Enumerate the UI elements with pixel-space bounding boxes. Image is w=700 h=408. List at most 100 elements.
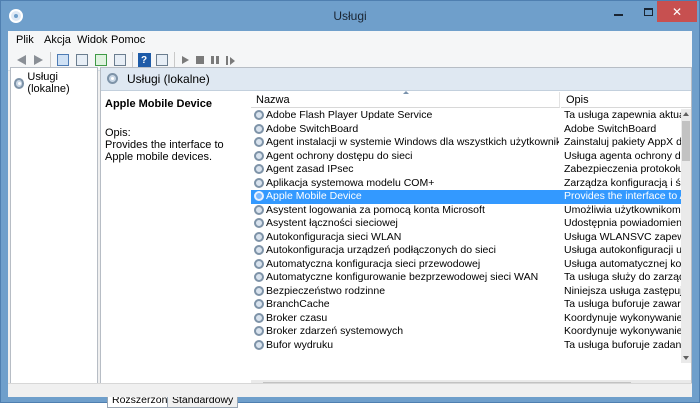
service-description: Zabezpieczenia protokołu inter: [564, 163, 681, 175]
service-row[interactable]: Autokonfiguracja urządzeń podłączonych d…: [251, 244, 681, 258]
service-row[interactable]: Bezpieczeństwo rodzinne Niniejsza usługa …: [251, 285, 681, 299]
service-name: Adobe SwitchBoard: [266, 122, 359, 135]
properties-button[interactable]: [74, 52, 90, 68]
tree-item-services-local[interactable]: Usługi (lokalne): [14, 71, 97, 95]
export-button[interactable]: [112, 52, 128, 68]
gear-icon: [254, 339, 264, 350]
help-icon: ?: [137, 53, 151, 67]
gear-icon: [254, 137, 264, 147]
gear-icon: [107, 73, 118, 84]
console-tree-button[interactable]: [55, 52, 71, 68]
service-row[interactable]: Agent zasad IPsec Zabezpieczenia protokoł…: [251, 163, 681, 177]
forward-button[interactable]: [30, 52, 46, 68]
gear-icon: [254, 285, 264, 296]
service-name: Broker czasu: [266, 311, 328, 324]
service-name: BranchCache: [266, 298, 330, 310]
service-description: Usługa WLANSVC zapewnia lo: [564, 230, 681, 243]
service-name: Automatyczna konfiguracja sieci przewodo…: [266, 257, 481, 270]
refresh-button[interactable]: [93, 52, 109, 68]
menu-widok[interactable]: Widok: [77, 34, 108, 46]
pane-title: Usługi (lokalne): [127, 72, 210, 86]
status-bar: [8, 383, 692, 397]
gear-icon: [254, 204, 264, 215]
service-description: Udostępnia powiadomienia o s: [564, 217, 681, 229]
service-name: Agent ochrony dostępu do sieci: [266, 149, 413, 162]
title-bar[interactable]: Usługi ✕: [1, 1, 699, 31]
menu-plik[interactable]: Plik: [16, 34, 34, 46]
close-button[interactable]: ✕: [657, 1, 697, 22]
menu-pomoc[interactable]: Pomoc: [111, 34, 145, 46]
service-row[interactable]: Agent instalacji w systemie Windows dla …: [251, 136, 681, 150]
menu-akcja[interactable]: Akcja: [44, 34, 71, 46]
service-description: Usługa agenta ochrony dostępu: [564, 149, 681, 162]
pause-service-button[interactable]: [207, 52, 223, 68]
scroll-thumb[interactable]: [682, 121, 690, 161]
back-arrow-icon: [16, 55, 26, 65]
refresh-icon: [95, 54, 107, 66]
service-row[interactable]: Broker czasu Koordynuje wykonywanie prac: [251, 312, 681, 326]
service-row[interactable]: Apple Mobile Device Provides the interfac…: [251, 190, 681, 204]
service-row[interactable]: Adobe Flash Player Update Service Ta usłu…: [251, 109, 681, 123]
service-name: Apple Mobile Device: [266, 190, 362, 202]
column-header-label: Nazwa: [256, 94, 290, 106]
service-row[interactable]: Agent ochrony dostępu do sieci Usługa age…: [251, 150, 681, 164]
service-description: Zainstaluj pakiety AppX dla wszys: [564, 136, 681, 148]
description-text: Provides the interface to Apple mobile d…: [105, 139, 224, 163]
service-description: Usługa autokonfiguracji urząd: [564, 244, 681, 256]
export-icon: [114, 54, 126, 66]
service-description: Adobe SwitchBoard: [564, 122, 657, 135]
column-header-name[interactable]: Nazwa: [251, 91, 560, 108]
service-row[interactable]: Autokonfiguracja sieci WLAN Usługa WLANSV…: [251, 231, 681, 245]
column-header-description[interactable]: Opis: [561, 92, 691, 108]
service-name: Asystent łączności sieciowej: [266, 217, 398, 229]
gear-icon: [254, 258, 264, 269]
vertical-scrollbar[interactable]: [681, 109, 691, 363]
gear-icon: [254, 191, 264, 201]
service-description: Ta usługa buforuje zadania dr: [564, 338, 681, 351]
scroll-down-icon[interactable]: [681, 353, 691, 363]
service-row[interactable]: BranchCache Ta usługa buforuje zawartość …: [251, 298, 681, 312]
services-pane: Usługi (lokalne) Apple Mobile Device Opi…: [100, 67, 692, 408]
service-row[interactable]: Aplikacja systemowa modelu COM+ Zarządza …: [251, 177, 681, 191]
service-row[interactable]: Broker zdarzeń systemowych Koordynuje wyk…: [251, 325, 681, 339]
services-window: Usługi ✕ Plik Akcja Widok Pomoc ? Usługi…: [0, 0, 700, 408]
menu-bar: Plik Akcja Widok Pomoc: [8, 31, 692, 49]
description-panel: Apple Mobile Device Opis: Provides the i…: [101, 92, 247, 364]
gear-icon: [254, 272, 264, 282]
mmc-button[interactable]: [154, 52, 170, 68]
stop-service-button[interactable]: [192, 52, 208, 68]
service-row[interactable]: Asystent logowania za pomocą konta Micro…: [251, 204, 681, 218]
back-button[interactable]: [13, 52, 29, 68]
gear-icon: [14, 77, 25, 89]
service-description: Niniejsza usługa zastępuje fun: [564, 284, 681, 297]
gear-icon: [254, 245, 264, 255]
window-title: Usługi: [333, 9, 367, 23]
minimize-icon: [613, 13, 623, 16]
service-description: Ta usługa służy do zarządzani: [564, 271, 681, 283]
service-row[interactable]: Adobe SwitchBoard Adobe SwitchBoard: [251, 123, 681, 137]
column-header-label: Opis: [566, 94, 589, 106]
help-button[interactable]: ?: [136, 52, 152, 68]
gear-icon: [254, 218, 264, 228]
restart-service-button[interactable]: [222, 52, 238, 68]
start-service-button[interactable]: [177, 52, 193, 68]
service-rows: Adobe Flash Player Update Service Ta usłu…: [251, 109, 681, 363]
service-row[interactable]: Automatyczne konfigurowanie bezprzewodow…: [251, 271, 681, 285]
service-row[interactable]: Automatyczna konfiguracja sieci przewodo…: [251, 258, 681, 272]
service-name: Aplikacja systemowa modelu COM+: [266, 176, 435, 189]
service-name: Bufor wydruku: [266, 338, 334, 351]
tree-item-label: Usługi (lokalne): [27, 71, 70, 95]
sort-ascending-icon: [403, 91, 409, 94]
service-row[interactable]: Asystent łączności sieciowej Udostępnia p…: [251, 217, 681, 231]
service-description: Umożliwia użytkownikom logo: [564, 203, 681, 216]
services-list: Nazwa Opis Adobe Flash Player Update Ser…: [251, 91, 691, 380]
toolbar-separator: [132, 52, 133, 68]
minimize-button[interactable]: [603, 1, 633, 22]
pause-service-icon: [211, 56, 219, 64]
service-row[interactable]: Bufor wydruku Ta usługa buforuje zadania …: [251, 339, 681, 353]
stop-service-icon: [196, 56, 204, 64]
selected-service-name: Apple Mobile Device: [105, 98, 212, 110]
service-name: Bezpieczeństwo rodzinne: [266, 284, 386, 297]
scroll-up-icon[interactable]: [681, 109, 691, 119]
client-area: Plik Akcja Widok Pomoc ? Usługi (lokalne…: [8, 31, 692, 408]
